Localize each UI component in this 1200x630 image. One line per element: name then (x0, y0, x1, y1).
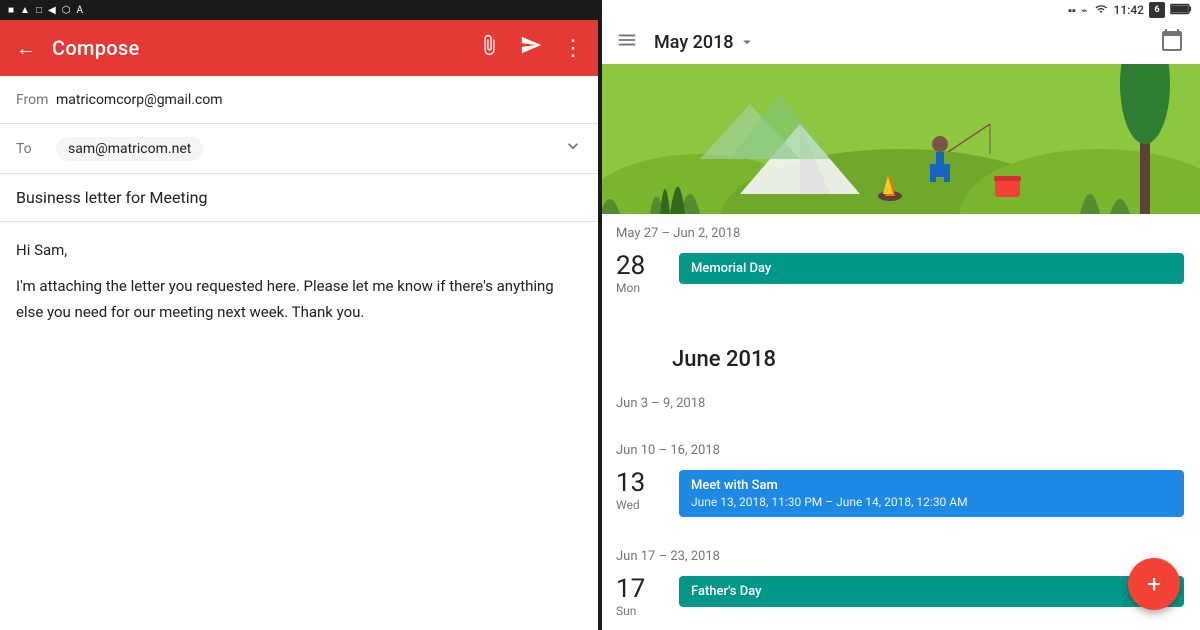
week-range-3: Jun 10 – 16, 2018 (600, 431, 1200, 466)
status-icon-3: □ (36, 5, 42, 16)
status-icon-1: ■ (8, 5, 14, 16)
event-row-sam[interactable]: 13 Wed Meet with Sam June 13, 2018, 11:3… (600, 466, 1200, 521)
meet-with-sam-title: Meet with Sam (691, 478, 1172, 493)
status-icon-2: ▲ (20, 5, 30, 16)
meet-with-sam-chip[interactable]: Meet with Sam June 13, 2018, 11:30 PM – … (679, 470, 1184, 517)
email-body[interactable]: Hi Sam, I'm attaching the letter you req… (0, 222, 599, 630)
to-chip[interactable]: sam@matricom.net (56, 137, 203, 161)
to-field[interactable]: To sam@matricom.net (0, 124, 599, 174)
send-icon[interactable] (520, 34, 542, 62)
date-day-28: Mon (616, 281, 671, 295)
meet-with-sam-subtitle: June 13, 2018, 11:30 PM – June 14, 2018,… (691, 495, 1172, 509)
status-bar-left: ■ ▲ □ ◀ ⬡ A (0, 0, 599, 20)
event-row-fathers[interactable]: 17 Sun Father's Day (600, 572, 1200, 622)
back-button[interactable]: ← (16, 36, 36, 61)
panel-divider (598, 0, 602, 630)
time-display: 11:42 (1114, 3, 1144, 17)
date-num-28: 28 (616, 253, 671, 279)
calendar-header: May 2018 (600, 20, 1200, 64)
to-label: To (16, 141, 56, 157)
date-num-13: 13 (616, 470, 671, 496)
date-day-17: Sun (616, 604, 671, 618)
compose-panel: ■ ▲ □ ◀ ⬡ A ← Compose ⋮ From matricomcor… (0, 0, 600, 630)
from-label: From (16, 92, 56, 108)
subject-text: Business letter for Meeting (16, 188, 207, 207)
compose-toolbar: ← Compose ⋮ (0, 20, 599, 76)
sim-icon: ▪▪ (1068, 4, 1076, 17)
fathers-day-chip[interactable]: Father's Day (679, 576, 1184, 607)
from-value: matricomcorp@gmail.com (56, 92, 583, 108)
date-day-13: Wed (616, 498, 671, 512)
calendar-scroll[interactable]: May 27 – Jun 2, 2018 28 Mon Memorial Day… (600, 214, 1200, 630)
status-icon-4: ◀ (48, 5, 56, 16)
more-options-icon[interactable]: ⋮ (562, 36, 583, 61)
fathers-day-event[interactable]: Father's Day (679, 576, 1184, 607)
event-row-memorial[interactable]: 28 Mon Memorial Day (600, 249, 1200, 299)
week-range-2: Jun 3 – 9, 2018 (600, 384, 1200, 419)
expand-icon[interactable] (563, 136, 583, 161)
menu-icon[interactable] (616, 29, 638, 56)
date-col-17: 17 Sun (616, 576, 671, 618)
bluetooth-icon: ⌁ (1081, 4, 1088, 17)
status-bar-right: ▪▪ ⌁ 11:42 6 (600, 0, 1200, 20)
memorial-day-event[interactable]: Memorial Day (679, 253, 1184, 284)
calendar-panel: ▪▪ ⌁ 11:42 6 May 2018 (600, 0, 1200, 630)
memorial-day-chip[interactable]: Memorial Day (679, 253, 1184, 284)
date-col-13: 13 Wed (616, 470, 671, 512)
body-greeting: Hi Sam, (16, 238, 583, 262)
from-field: From matricomcorp@gmail.com (0, 76, 599, 124)
calendar-month-title[interactable]: May 2018 (654, 32, 756, 53)
calendar-status-icon: 6 (1149, 2, 1165, 18)
date-num-17: 17 (616, 576, 671, 602)
toolbar-icons: ⋮ (478, 34, 583, 62)
compose-title: Compose (52, 36, 462, 60)
subject-field[interactable]: Business letter for Meeting (0, 174, 599, 222)
illustration-banner (600, 64, 1200, 214)
date-col-28: 28 Mon (616, 253, 671, 295)
body-content: I'm attaching the letter you requested h… (16, 274, 583, 325)
attach-icon[interactable] (478, 34, 500, 62)
add-event-fab[interactable]: + (1128, 558, 1180, 610)
calendar-icon[interactable] (1160, 28, 1184, 56)
week-range-1: May 27 – Jun 2, 2018 (600, 214, 1200, 249)
june-month-header: June 2018 (600, 327, 1200, 384)
meet-with-sam-event[interactable]: Meet with Sam June 13, 2018, 11:30 PM – … (679, 470, 1184, 517)
battery-icon (1170, 3, 1192, 18)
week-range-4: Jun 17 – 23, 2018 (600, 537, 1200, 572)
wifi-icon (1093, 3, 1109, 18)
status-icon-6: A (76, 5, 83, 16)
status-icon-5: ⬡ (62, 5, 71, 16)
